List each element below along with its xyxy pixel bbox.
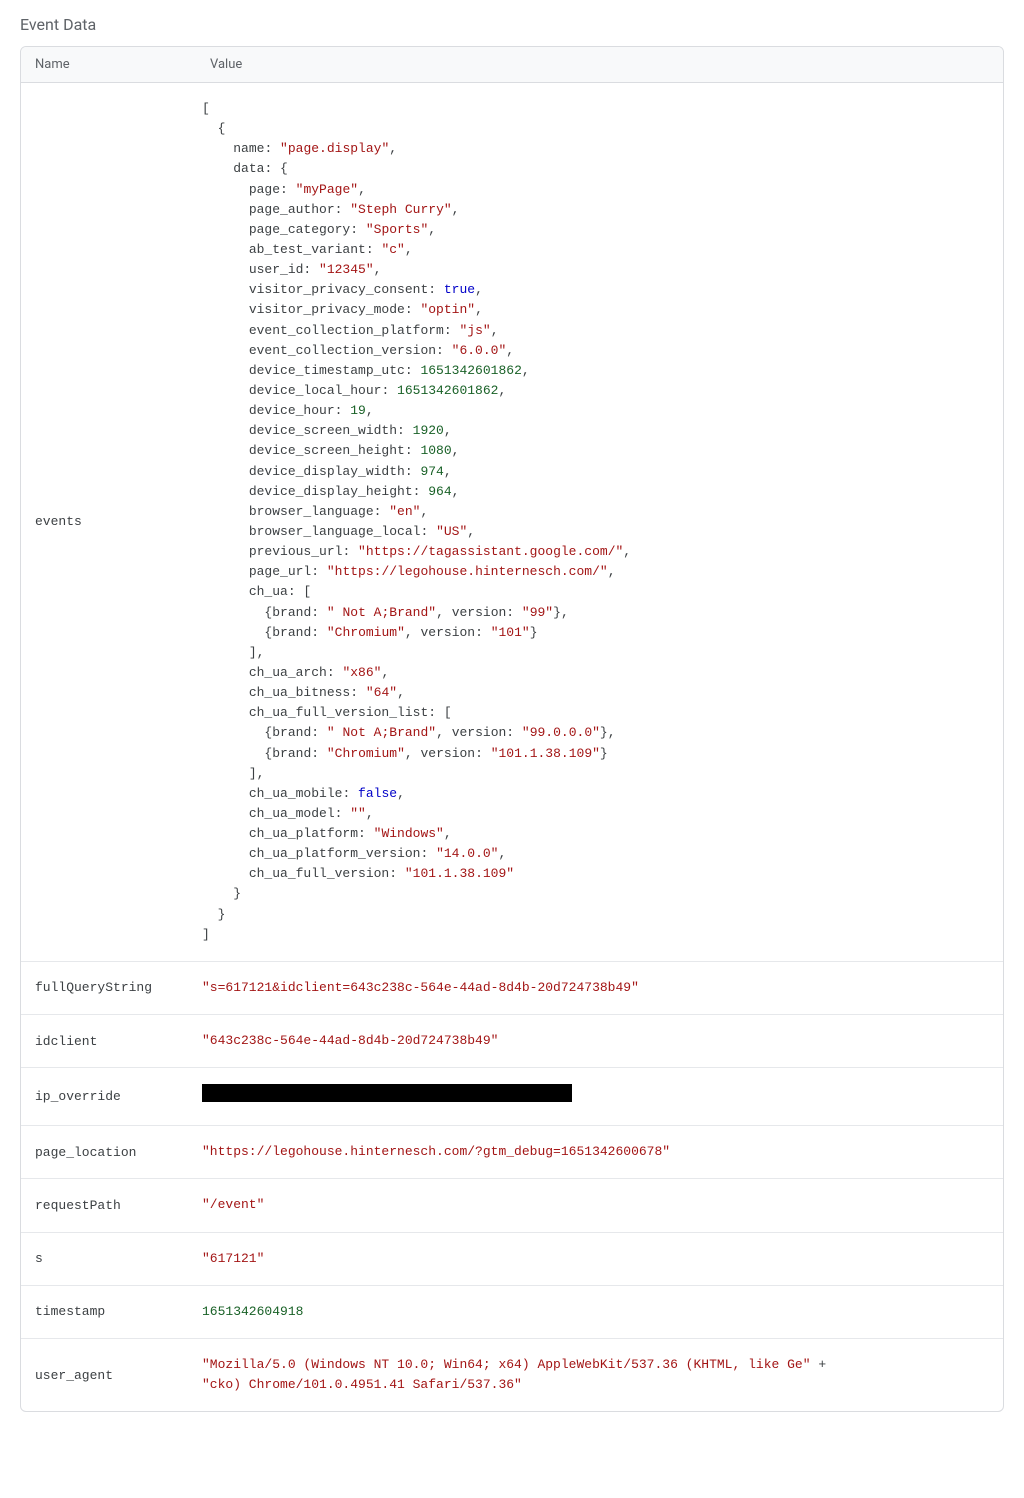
table-row-events: events [ { name: "page.display", data: {… bbox=[21, 83, 1003, 962]
cell-value: "/event" bbox=[196, 1179, 1003, 1231]
section-title: Event Data bbox=[20, 15, 1004, 34]
table-row: timestamp1651342604918 bbox=[21, 1286, 1003, 1339]
cell-value: "https://legohouse.hinternesch.com/?gtm_… bbox=[196, 1126, 1003, 1178]
cell-value: 1651342604918 bbox=[196, 1286, 1003, 1338]
events-json-payload: [ { name: "page.display", data: { page: … bbox=[202, 99, 989, 945]
table-row: requestPath"/event" bbox=[21, 1179, 1003, 1232]
column-header-value: Value bbox=[196, 47, 1003, 82]
cell-name: ip_override bbox=[21, 1068, 196, 1125]
cell-name: page_location bbox=[21, 1126, 196, 1178]
redacted-block bbox=[202, 1084, 572, 1102]
table-row: idclient"643c238c-564e-44ad-8d4b-20d7247… bbox=[21, 1015, 1003, 1068]
cell-name: timestamp bbox=[21, 1286, 196, 1338]
cell-value: "s=617121&idclient=643c238c-564e-44ad-8d… bbox=[196, 962, 1003, 1014]
column-header-name: Name bbox=[21, 47, 196, 82]
table-row: user_agent"Mozilla/5.0 (Windows NT 10.0;… bbox=[21, 1339, 1003, 1411]
cell-value bbox=[196, 1068, 1003, 1125]
cell-value: "643c238c-564e-44ad-8d4b-20d724738b49" bbox=[196, 1015, 1003, 1067]
cell-value: "Mozilla/5.0 (Windows NT 10.0; Win64; x6… bbox=[196, 1339, 1003, 1411]
cell-name-events: events bbox=[21, 83, 196, 961]
table-row: ip_override bbox=[21, 1068, 1003, 1126]
table-header-row: Name Value bbox=[21, 47, 1003, 83]
cell-name: user_agent bbox=[21, 1339, 196, 1411]
cell-name: requestPath bbox=[21, 1179, 196, 1231]
cell-value-events: [ { name: "page.display", data: { page: … bbox=[196, 83, 1003, 961]
table-row: page_location"https://legohouse.hinterne… bbox=[21, 1126, 1003, 1179]
table-row: fullQueryString"s=617121&idclient=643c23… bbox=[21, 962, 1003, 1015]
cell-value: "617121" bbox=[196, 1233, 1003, 1285]
cell-name: s bbox=[21, 1233, 196, 1285]
cell-name: idclient bbox=[21, 1015, 196, 1067]
table-row: s"617121" bbox=[21, 1233, 1003, 1286]
cell-name: fullQueryString bbox=[21, 962, 196, 1014]
event-data-table: Name Value events [ { name: "page.displa… bbox=[20, 46, 1004, 1412]
